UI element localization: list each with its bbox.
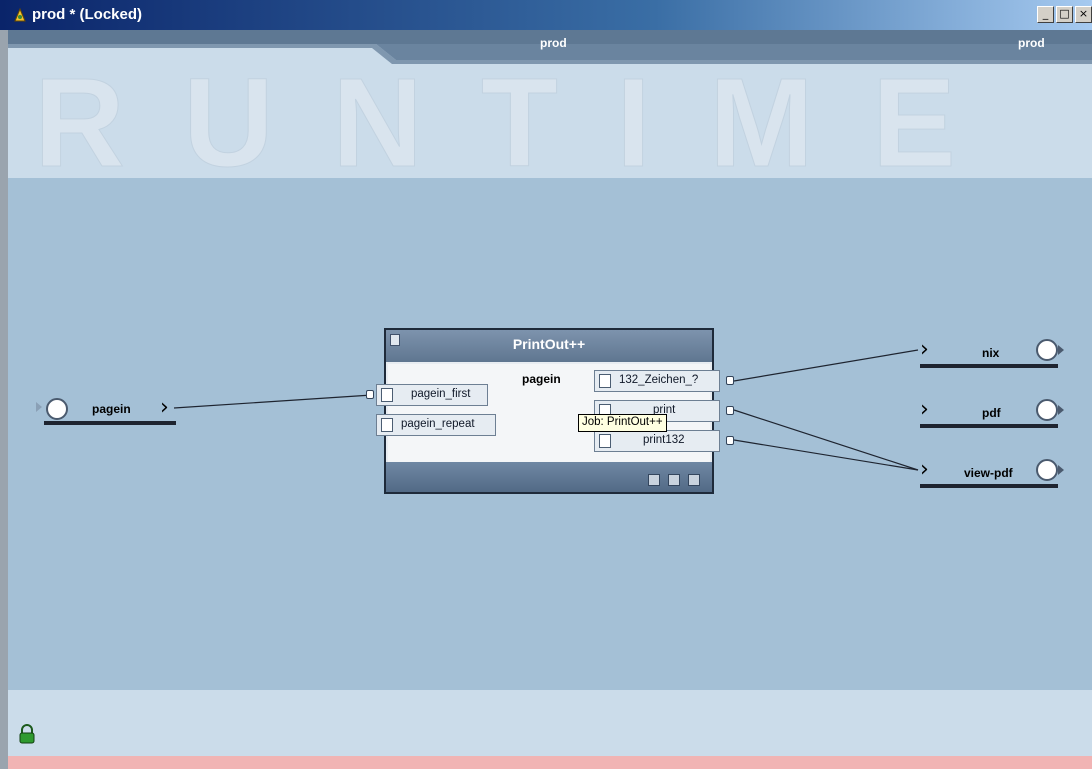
- input-slot-label: pagein_repeat: [401, 418, 475, 430]
- chevron-right-icon: ›: [920, 457, 929, 482]
- tab-prod-right[interactable]: prod: [1018, 36, 1045, 50]
- source-label: pagein: [92, 402, 131, 416]
- input-slot-label: pagein_first: [411, 388, 471, 400]
- target-rail: [920, 364, 1058, 368]
- job-tooltip: Job: PrintOut++: [578, 414, 667, 432]
- job-footer-button-1[interactable]: [648, 474, 660, 486]
- chevron-right-icon: ›: [160, 395, 169, 420]
- port-arrow-icon: [36, 402, 42, 412]
- app-frame: RUNTIME prod prod pagein › PrintOut++ pa…: [0, 30, 1092, 769]
- wire-print132-to-viewpdf: [733, 439, 919, 471]
- job-header: PrintOut++: [386, 330, 712, 362]
- lock-small-icon: [366, 390, 374, 399]
- target-rail: [920, 424, 1058, 428]
- wire-print-to-viewpdf: [733, 409, 919, 471]
- status-area: [8, 690, 1092, 756]
- lock-small-icon: [726, 436, 734, 445]
- chevron-right-icon: ›: [920, 337, 929, 362]
- app-icon: [14, 7, 26, 22]
- job-center-label: pagein: [522, 372, 561, 386]
- input-slot-pagein-first[interactable]: pagein_first: [376, 384, 488, 406]
- window-title: prod * (Locked): [32, 6, 143, 23]
- chevron-right-icon: ›: [920, 397, 929, 422]
- port-circle-icon[interactable]: [1036, 459, 1058, 481]
- lock-icon[interactable]: [18, 724, 36, 744]
- lock-small-icon: [726, 376, 734, 385]
- printer-icon: [599, 374, 611, 388]
- header: RUNTIME prod prod: [8, 30, 1092, 194]
- output-slot-132-zeichen[interactable]: 132_Zeichen_?: [594, 370, 720, 392]
- output-slot-label: 132_Zeichen_?: [619, 374, 699, 386]
- job-footer: [386, 462, 712, 492]
- target-label: nix: [982, 346, 1000, 360]
- close-button[interactable]: ×: [1075, 6, 1092, 23]
- document-icon: [381, 418, 393, 432]
- maximize-button[interactable]: □: [1056, 6, 1073, 23]
- wire-pagein-to-first: [173, 394, 373, 409]
- input-slot-pagein-repeat[interactable]: pagein_repeat: [376, 414, 496, 436]
- port-circle-icon[interactable]: [1036, 339, 1058, 361]
- source-rail: [44, 421, 176, 425]
- workflow-canvas[interactable]: pagein › PrintOut++ pagein pagein_first: [8, 178, 1092, 690]
- port-arrow-icon: [1058, 465, 1064, 475]
- target-rail: [920, 484, 1058, 488]
- port-circle-icon[interactable]: [1036, 399, 1058, 421]
- job-footer-button-2[interactable]: [668, 474, 680, 486]
- job-footer-button-3[interactable]: [688, 474, 700, 486]
- port-circle-icon[interactable]: [46, 398, 68, 420]
- runtime-watermark: RUNTIME: [34, 52, 1014, 194]
- output-slot-label: print132: [643, 434, 685, 446]
- port-arrow-icon: [1058, 405, 1064, 415]
- tab-prod-center[interactable]: prod: [540, 36, 567, 50]
- header-tabbar: prod prod: [8, 30, 1092, 64]
- lock-small-icon: [726, 406, 734, 415]
- port-arrow-icon: [1058, 345, 1064, 355]
- output-slot-print132[interactable]: print132: [594, 430, 720, 452]
- document-icon: [381, 388, 393, 402]
- wire-132-to-nix: [733, 349, 919, 382]
- window-controls: _ □ ×: [1037, 6, 1092, 23]
- minimize-button[interactable]: _: [1037, 6, 1054, 23]
- job-title: PrintOut++: [512, 336, 586, 352]
- target-label: pdf: [982, 406, 1001, 420]
- printer-icon: [599, 434, 611, 448]
- target-label: view-pdf: [964, 466, 1013, 480]
- status-strip: [8, 756, 1092, 769]
- window-titlebar[interactable]: prod * (Locked) _ □ ×: [0, 0, 1092, 30]
